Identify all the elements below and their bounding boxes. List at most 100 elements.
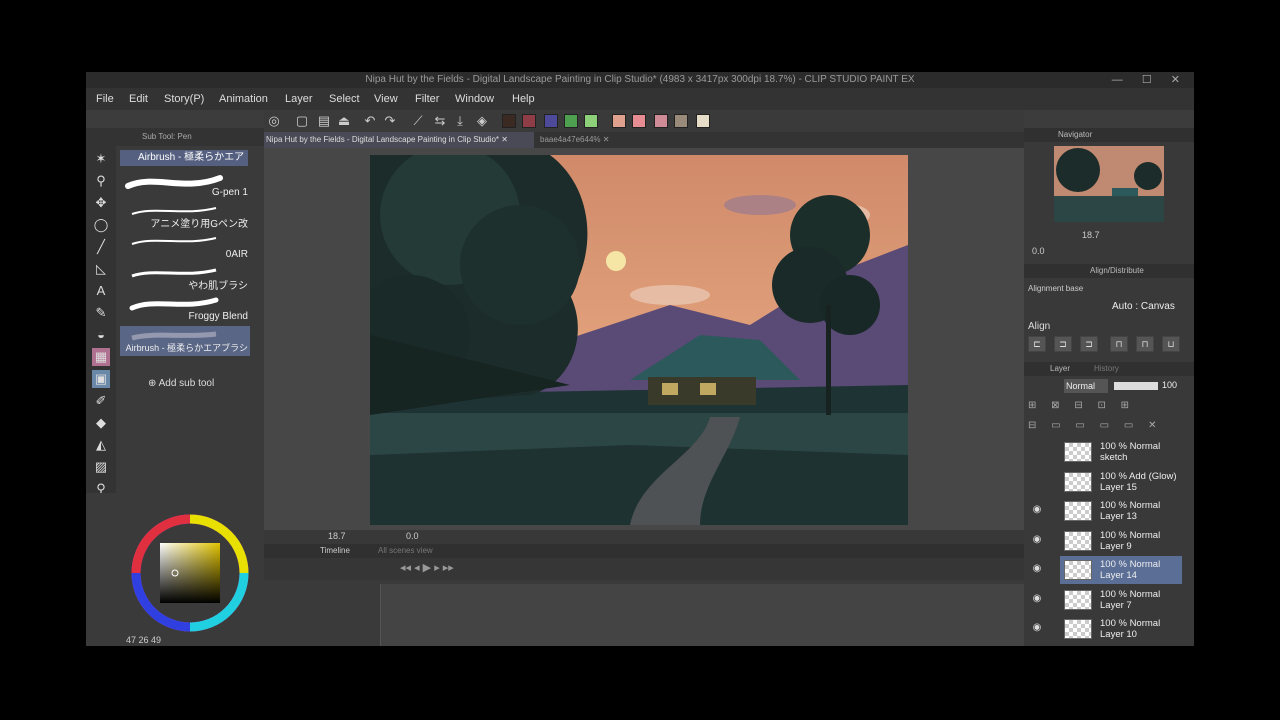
align-center-icon[interactable]: ⊐ — [1054, 336, 1072, 352]
blend-tool-icon[interactable]: ◭ — [92, 436, 110, 454]
eye-icon[interactable] — [1030, 445, 1044, 459]
lasso-tool-icon[interactable]: ◯ — [92, 216, 110, 234]
eye-icon[interactable]: ◉ — [1030, 534, 1044, 548]
fill-bucket-icon[interactable]: ◒ — [92, 326, 110, 344]
figure-tool-icon[interactable]: ◺ — [92, 260, 110, 278]
landscape-painting — [370, 155, 908, 525]
rotation-value[interactable]: 0.0 — [406, 531, 419, 541]
align-middle-icon[interactable]: ⊓ — [1136, 336, 1154, 352]
window-controls[interactable]: — ☐ ✕ — [1112, 72, 1188, 88]
color-swatch[interactable] — [522, 114, 536, 128]
eye-icon[interactable]: ◉ — [1030, 593, 1044, 607]
move-tool-icon[interactable]: ✥ — [92, 194, 110, 212]
tab-history[interactable]: History — [1094, 362, 1119, 376]
color-swatch[interactable] — [564, 114, 578, 128]
menu-edit[interactable]: Edit — [129, 88, 148, 110]
add-sub-tool-button[interactable]: ⊕ Add sub tool — [148, 378, 214, 389]
clear-icon[interactable]: ⟋ — [410, 113, 426, 129]
layer-row[interactable]: 100 % Normal Layer 14 — [1060, 556, 1182, 584]
color-swatch[interactable] — [502, 114, 516, 128]
brush-item[interactable]: アニメ塗り用Gペン改 — [120, 202, 250, 232]
align-bottom-icon[interactable]: ⊔ — [1162, 336, 1180, 352]
redo-icon[interactable]: ↷ — [382, 113, 398, 129]
zoom-value[interactable]: 18.7 — [328, 531, 346, 541]
layer-row[interactable]: 100 % Normal sketch — [1060, 438, 1182, 466]
magic-wand-icon[interactable]: ✶ — [92, 150, 110, 168]
tab-active-document[interactable]: Nipa Hut by the Fields - Digital Landsca… — [264, 132, 534, 148]
zoom-tool-icon[interactable]: ⚲ — [92, 172, 110, 190]
navigator-zoom[interactable]: 18.7 — [1082, 230, 1100, 240]
menu-view[interactable]: View — [374, 88, 398, 110]
material-icon[interactable]: ▦ — [92, 348, 110, 366]
align-top-icon[interactable]: ⊓ — [1110, 336, 1128, 352]
layer-row[interactable]: 100 % Normal Layer 9 — [1060, 527, 1182, 555]
tab-other-document[interactable]: baae4a47e644% ✕ — [540, 132, 630, 148]
navigator-rotation[interactable]: 0.0 — [1032, 246, 1045, 256]
layer-toolbar-icons[interactable]: ⊞ ⊠ ⊟ ⊡ ⊞ — [1028, 400, 1188, 414]
new-file-icon[interactable]: ▢ — [294, 113, 310, 129]
tab-timeline[interactable]: Timeline — [320, 544, 350, 558]
line-tool-icon[interactable]: ╱ — [92, 238, 110, 256]
layer-row[interactable]: 100 % Normal Layer 7 — [1060, 586, 1182, 614]
layer-name: Layer 10 — [1100, 629, 1137, 640]
eye-icon[interactable]: ◉ — [1030, 563, 1044, 577]
brush-item[interactable]: やわ肌ブラシ — [120, 264, 250, 294]
gradient-tool-icon[interactable]: ▨ — [92, 458, 110, 476]
eraser-icon[interactable]: ◆ — [92, 414, 110, 432]
transform-icon[interactable]: ⇆ — [432, 113, 448, 129]
open-folder-icon[interactable]: ▤ — [316, 113, 332, 129]
navigator-preview[interactable] — [1054, 146, 1164, 222]
figure-3d-icon[interactable]: ▣ — [92, 370, 110, 388]
eye-icon[interactable] — [1030, 475, 1044, 489]
menu-help[interactable]: Help — [512, 88, 535, 110]
close-icon[interactable]: ✕ — [501, 135, 508, 144]
eye-icon[interactable]: ◉ — [1030, 504, 1044, 518]
eye-icon[interactable]: ◉ — [1030, 622, 1044, 636]
eyedropper-icon[interactable]: ✎ — [92, 304, 110, 322]
close-icon[interactable]: ✕ — [603, 135, 610, 144]
brush-tool-icon[interactable]: ✐ — [92, 392, 110, 410]
color-swatch[interactable] — [612, 114, 626, 128]
play-controls-icon[interactable]: ◂◂ ◂ ▶ ▸ ▸▸ — [400, 561, 454, 574]
text-tool-icon[interactable]: A — [92, 282, 110, 300]
color-swatch[interactable] — [544, 114, 558, 128]
layer-row[interactable]: 100 % Normal Layer 10 — [1060, 615, 1182, 643]
opacity-value[interactable]: 100 — [1162, 380, 1177, 390]
menu-file[interactable]: File — [96, 88, 114, 110]
color-swatch[interactable] — [674, 114, 688, 128]
painting-canvas[interactable] — [370, 155, 908, 525]
timeline-track[interactable] — [380, 584, 1024, 646]
color-swatch[interactable] — [654, 114, 668, 128]
color-wheel[interactable] — [86, 493, 264, 646]
active-tool-label[interactable]: Airbrush - 極柔らかエア — [120, 150, 248, 166]
fill-icon[interactable]: ◈ — [474, 113, 490, 129]
brush-item[interactable]: Froggy Blend — [120, 294, 250, 324]
opacity-slider[interactable] — [1114, 382, 1158, 390]
color-swatch[interactable] — [584, 114, 598, 128]
menu-animation[interactable]: Animation — [219, 88, 268, 110]
menu-window[interactable]: Window — [455, 88, 494, 110]
menu-layer[interactable]: Layer — [285, 88, 313, 110]
save-icon[interactable]: ⏏ — [336, 113, 352, 129]
menu-select[interactable]: Select — [329, 88, 360, 110]
undo-icon[interactable]: ↶ — [362, 113, 378, 129]
color-swatch[interactable] — [696, 114, 710, 128]
align-left-icon[interactable]: ⊏ — [1028, 336, 1046, 352]
brush-item-selected[interactable]: Airbrush - 極柔らかエアブラシ — [120, 326, 250, 356]
clip-studio-icon[interactable]: ◎ — [266, 113, 282, 129]
menu-story[interactable]: Story(P) — [164, 88, 204, 110]
layer-thumbnail — [1064, 501, 1092, 521]
tab-layer[interactable]: Layer — [1050, 362, 1070, 376]
color-swatch[interactable] — [632, 114, 646, 128]
blend-mode-select[interactable]: Normal — [1064, 379, 1108, 393]
alignment-base-value[interactable]: Auto : Canvas — [1112, 301, 1175, 312]
layer-row[interactable]: 100 % Normal Layer 13 — [1060, 497, 1182, 525]
brush-item[interactable]: G-pen 1 — [120, 170, 250, 200]
download-icon[interactable]: ⤓ — [452, 113, 468, 129]
tab-all-scenes[interactable]: All scenes view — [378, 544, 433, 558]
layer-actions-icons[interactable]: ⊟ ▭ ▭ ▭ ▭ ✕ — [1028, 420, 1188, 434]
brush-item[interactable]: 0AIR — [120, 232, 250, 262]
menu-filter[interactable]: Filter — [415, 88, 439, 110]
align-right-icon[interactable]: ⊐ — [1080, 336, 1098, 352]
layer-row[interactable]: 100 % Add (Glow) Layer 15 — [1060, 468, 1182, 496]
